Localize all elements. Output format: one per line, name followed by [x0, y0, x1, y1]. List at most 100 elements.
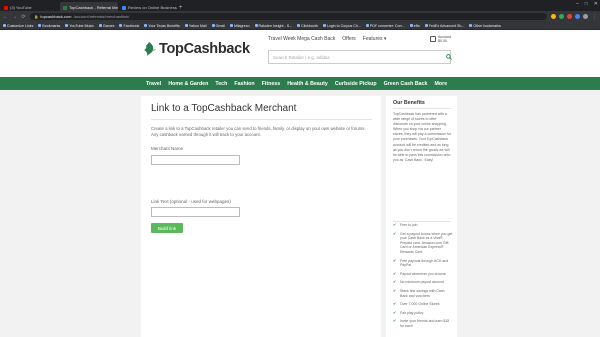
merchant-name-field[interactable]: [151, 155, 240, 165]
benefits-divider: [393, 108, 451, 109]
benefit-item: ✔ Free to join: [393, 222, 453, 228]
nav-item[interactable]: Fashion: [234, 81, 254, 87]
nav-item[interactable]: Green Cash Back: [384, 81, 428, 87]
hummingbird-icon: [144, 42, 156, 56]
bookmark-item[interactable]: Clickbooth: [297, 24, 318, 28]
search-icon: [446, 54, 452, 60]
bookmark-label: Customize Links: [7, 23, 34, 28]
close-window-icon[interactable]: ✕: [594, 1, 598, 7]
bookmark-item[interactable]: Login to Corpus Ch...: [322, 24, 361, 28]
extension-icon[interactable]: [583, 14, 588, 19]
bookmark-label: PDF converter: Con...: [369, 23, 405, 28]
account-balance: $0.00: [438, 39, 447, 43]
benefit-item: ✔ Fair play policy: [393, 309, 453, 316]
checkmark-icon: ✔: [393, 309, 397, 315]
benefits-blurb: TopCashback has partnered with a wide ra…: [393, 112, 451, 162]
reload-icon[interactable]: ⟳: [21, 14, 26, 20]
bookmark-item[interactable]: Customize Links: [3, 24, 33, 28]
benefit-text: Payout whenever you choose: [400, 271, 446, 276]
extension-icon[interactable]: [551, 14, 556, 19]
bookmark-item[interactable]: YouTube Music: [65, 24, 94, 28]
benefit-item: ✔ Free payouts through ACH and PayPal: [393, 258, 453, 268]
bookmark-item[interactable]: Facebook: [119, 24, 139, 28]
bookmark-item[interactable]: eBs: [409, 24, 420, 28]
browser-tab-strip: (3) YouTube TopCashback - Referral Mercha…: [0, 0, 600, 11]
benefit-item: ✔ No minimum payout amount: [393, 280, 453, 285]
search-button[interactable]: [444, 51, 454, 63]
features-link[interactable]: Features ▾: [363, 36, 387, 42]
bookmark-item[interactable]: FedEx Advanced Sh...: [424, 24, 464, 28]
bookmark-label: Games: [102, 23, 115, 28]
back-icon[interactable]: ←: [3, 14, 8, 20]
url-field[interactable]: 🔒 topcashback.com/account/referrals/merc…: [30, 13, 547, 20]
bookmark-icon: [424, 24, 428, 27]
nav-item[interactable]: Tech: [215, 81, 227, 87]
bookmark-item[interactable]: PDF converter: Con...: [365, 23, 405, 28]
bookmark-icon: [65, 24, 69, 27]
benefits-list: ✔ Free to join ✔ Get a payout bonus when yo…: [393, 222, 453, 333]
bookmark-item[interactable]: Rakuten Insight - S...: [254, 24, 292, 28]
bookmark-item[interactable]: Bookmarks: [38, 24, 60, 28]
checkmark-icon: ✔: [393, 301, 397, 307]
nav-item[interactable]: Travel: [146, 81, 161, 87]
bookmark-item[interactable]: Other bookmarks: [469, 24, 501, 28]
bookmark-label: Yahoo Mail: [188, 23, 207, 28]
bookmark-item[interactable]: Yahoo Mail: [184, 23, 207, 28]
bookmark-icon: [119, 24, 123, 27]
bookmark-item[interactable]: Gmail: [211, 24, 225, 28]
extension-icon[interactable]: [567, 14, 572, 19]
extension-icon[interactable]: [559, 14, 564, 19]
benefit-text: Fair play policy: [400, 310, 424, 315]
web-page: TopCashback Travel Week Mega Cash Back O…: [0, 30, 600, 337]
benefit-item: ✔ Invite your friends and earn $15 for ea…: [393, 319, 453, 328]
retailer-search-input[interactable]: Search Retailer | e.g. adidas: [268, 50, 451, 64]
nav-item[interactable]: Fitness: [262, 81, 281, 87]
bookmark-label: Facebook: [123, 23, 140, 28]
bookmark-icon: [3, 24, 6, 27]
link-text-field[interactable]: [151, 207, 240, 217]
header-links: Travel Week Mega Cash Back Offers Featur…: [268, 36, 386, 42]
nav-item[interactable]: Home & Garden: [168, 81, 208, 87]
merchant-name-label: Merchant Name: [151, 146, 184, 151]
forward-icon[interactable]: →: [12, 14, 17, 20]
account-icon: [430, 36, 436, 42]
benefit-text: Stack tine savings with Cash Back and vo…: [400, 288, 445, 298]
offers-link[interactable]: Offers: [342, 36, 356, 42]
tab-favicon: [4, 5, 8, 10]
minimize-icon[interactable]: –: [576, 1, 579, 7]
main-navigation: Travel Home & Garden Tech Fashion Fitness Hea…: [0, 77, 600, 90]
travel-week-link[interactable]: Travel Week Mega Cash Back: [268, 36, 335, 42]
nav-item[interactable]: Curbside Pickup: [335, 81, 377, 87]
browser-tab[interactable]: (3) YouTube: [1, 2, 59, 11]
bookmark-item[interactable]: Your Texas Benefits: [144, 24, 180, 28]
bookmark-icon: [297, 24, 301, 27]
nav-item[interactable]: Health & Beauty: [287, 81, 328, 87]
extension-icon[interactable]: [575, 14, 580, 19]
bookmark-item[interactable]: Milagreco: [229, 24, 250, 28]
bookmark-label: Bookmarks: [42, 23, 61, 28]
build-link-button[interactable]: Build link: [151, 223, 183, 233]
bookmarks-bar: Customize Links Bookmarks YouTube Music Gam…: [0, 22, 600, 30]
bookmark-label: Your Texas Benefits: [148, 23, 180, 28]
logo-text: TopCashback: [159, 41, 250, 57]
nav-item[interactable]: More: [435, 81, 448, 87]
bookmark-icon: [229, 24, 233, 27]
bookmark-item[interactable]: Games: [98, 23, 115, 28]
browser-tab[interactable]: TopCashback - Referral Merchan: [60, 2, 118, 11]
checkmark-icon: ✔: [393, 270, 397, 276]
url-path: /account/referrals/merchantlink/: [73, 14, 130, 19]
checkmark-icon: ✔: [393, 279, 397, 285]
bookmark-icon: [211, 24, 215, 27]
merchant-link-card: Link to a TopCashback Merchant Create a …: [141, 96, 381, 337]
browser-tab[interactable]: Review on Online Business: [119, 2, 177, 11]
bookmark-icon: [409, 24, 413, 27]
topcashback-logo[interactable]: TopCashback: [142, 41, 250, 57]
maximize-icon[interactable]: □: [585, 1, 588, 7]
tab-favicon: [122, 5, 126, 10]
account-menu[interactable]: Account $0.00: [430, 35, 451, 43]
browser-menu-icon[interactable]: ⋮: [592, 14, 597, 20]
link-text-label: Link Text (optional - used for webpages): [151, 199, 231, 204]
site-header: TopCashback Travel Week Mega Cash Back O…: [0, 30, 600, 77]
bookmark-icon: [184, 24, 188, 27]
bookmark-icon: [38, 24, 42, 27]
